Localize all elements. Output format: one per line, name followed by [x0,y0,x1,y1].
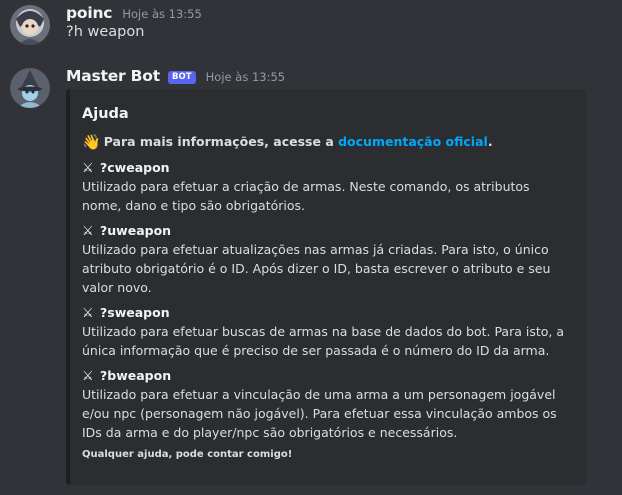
bot-tag: BOT [168,71,196,84]
description-prefix: Para mais informações, acesse a [103,134,339,149]
field-sweapon: ⚔ ?sweapon Utilizado para efetuar buscas… [82,304,572,360]
documentation-link[interactable]: documentação oficial [338,134,488,149]
field-value: Utilizado para efetuar a vinculação de u… [82,387,557,440]
command-name: ?sweapon [100,305,170,320]
field-bweapon: ⚔ ?bweapon Utilizado para efetuar a vinc… [82,367,572,442]
field-cweapon: ⚔ ?cweapon Utilizado para efetuar a cria… [82,159,572,215]
field-value: Utilizado para efetuar buscas de armas n… [82,324,565,358]
username[interactable]: poinc [66,4,112,22]
wizard-avatar[interactable] [10,68,50,108]
description-suffix: . [487,134,493,149]
username[interactable]: Master Bot [66,67,160,85]
timestamp: Hoje às 13:55 [122,7,202,21]
message-header: Master Bot BOT Hoje às 13:55 [66,66,285,85]
command-name: ?uweapon [100,223,172,238]
field-value: Utilizado para efetuar atualizações nas … [82,242,551,295]
crossed-swords-icon: ⚔ [82,306,94,321]
crossed-swords-icon: ⚔ [82,161,94,176]
embed-footer: Qualquer ajuda, pode contar comigo! [82,449,293,460]
command-name: ?cweapon [100,160,170,175]
timestamp: Hoje às 13:55 [205,70,286,84]
help-embed: Ajuda 👋 Para mais informações, acesse a d… [66,89,586,485]
command-name: ?bweapon [100,368,172,383]
field-uweapon: ⚔ ?uweapon Utilizado para efetuar atuali… [82,222,572,297]
field-name: ⚔ ?cweapon [82,159,572,177]
wave-icon: 👋 [82,133,101,151]
hooded-character-avatar[interactable] [10,5,50,45]
field-name: ⚔ ?uweapon [82,222,572,240]
field-name: ⚔ ?bweapon [82,367,572,385]
field-value: Utilizado para efetuar a criação de arma… [82,179,530,213]
embed-description: 👋 Para mais informações, acesse a documen… [82,133,572,151]
field-name: ⚔ ?sweapon [82,304,572,322]
crossed-swords-icon: ⚔ [82,224,94,239]
crossed-swords-icon: ⚔ [82,369,94,384]
message-header: poinc Hoje às 13:55 [66,3,202,22]
message-content: ?h weapon [66,24,145,40]
embed-title: Ajuda [82,106,129,122]
